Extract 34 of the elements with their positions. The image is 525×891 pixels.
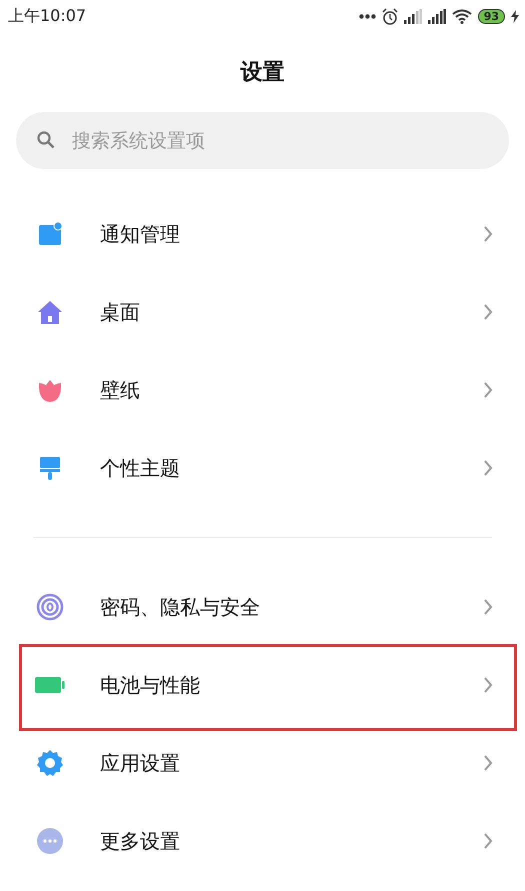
fingerprint-icon [36,593,64,621]
paint-roller-icon [37,455,63,481]
settings-item[interactable]: 电池与性能 [0,646,525,724]
settings-item[interactable]: 通知管理 [0,195,525,273]
signal-icon [404,8,422,24]
chevron-right-icon [483,226,493,242]
settings-item[interactable]: 密码、隐私与安全 [0,568,525,646]
chevron-right-icon [483,304,493,320]
charging-bolt-icon [511,10,519,22]
settings-item[interactable]: 桌面 [0,273,525,351]
chevron-right-icon [483,460,493,476]
status-time: 上午10:07 [8,5,86,27]
chevron-right-icon [483,382,493,398]
gear-icon [36,749,64,777]
battery-icon [35,676,65,694]
settings-item[interactable]: 壁纸 [0,351,525,429]
chevron-right-icon [483,599,493,615]
alarm-icon [382,8,398,24]
house-icon [37,299,63,325]
chevron-right-icon [483,677,493,693]
page-title: 设置 [240,58,284,86]
notification-icon [37,221,63,247]
search-icon [37,131,55,149]
settings-item[interactable]: 个性主题 [0,429,525,507]
chevron-right-icon [483,755,493,771]
signal-icon [428,8,446,24]
settings-item[interactable]: 应用设置 [0,724,525,802]
search-field[interactable]: 搜索系统设置项 [16,112,509,169]
battery-level: 93 [478,8,505,24]
chevron-right-icon [483,833,493,849]
more-dots-icon [358,14,376,18]
settings-item[interactable]: 更多设置 [0,802,525,880]
wifi-icon [452,8,472,24]
more-dots-icon [36,827,64,855]
